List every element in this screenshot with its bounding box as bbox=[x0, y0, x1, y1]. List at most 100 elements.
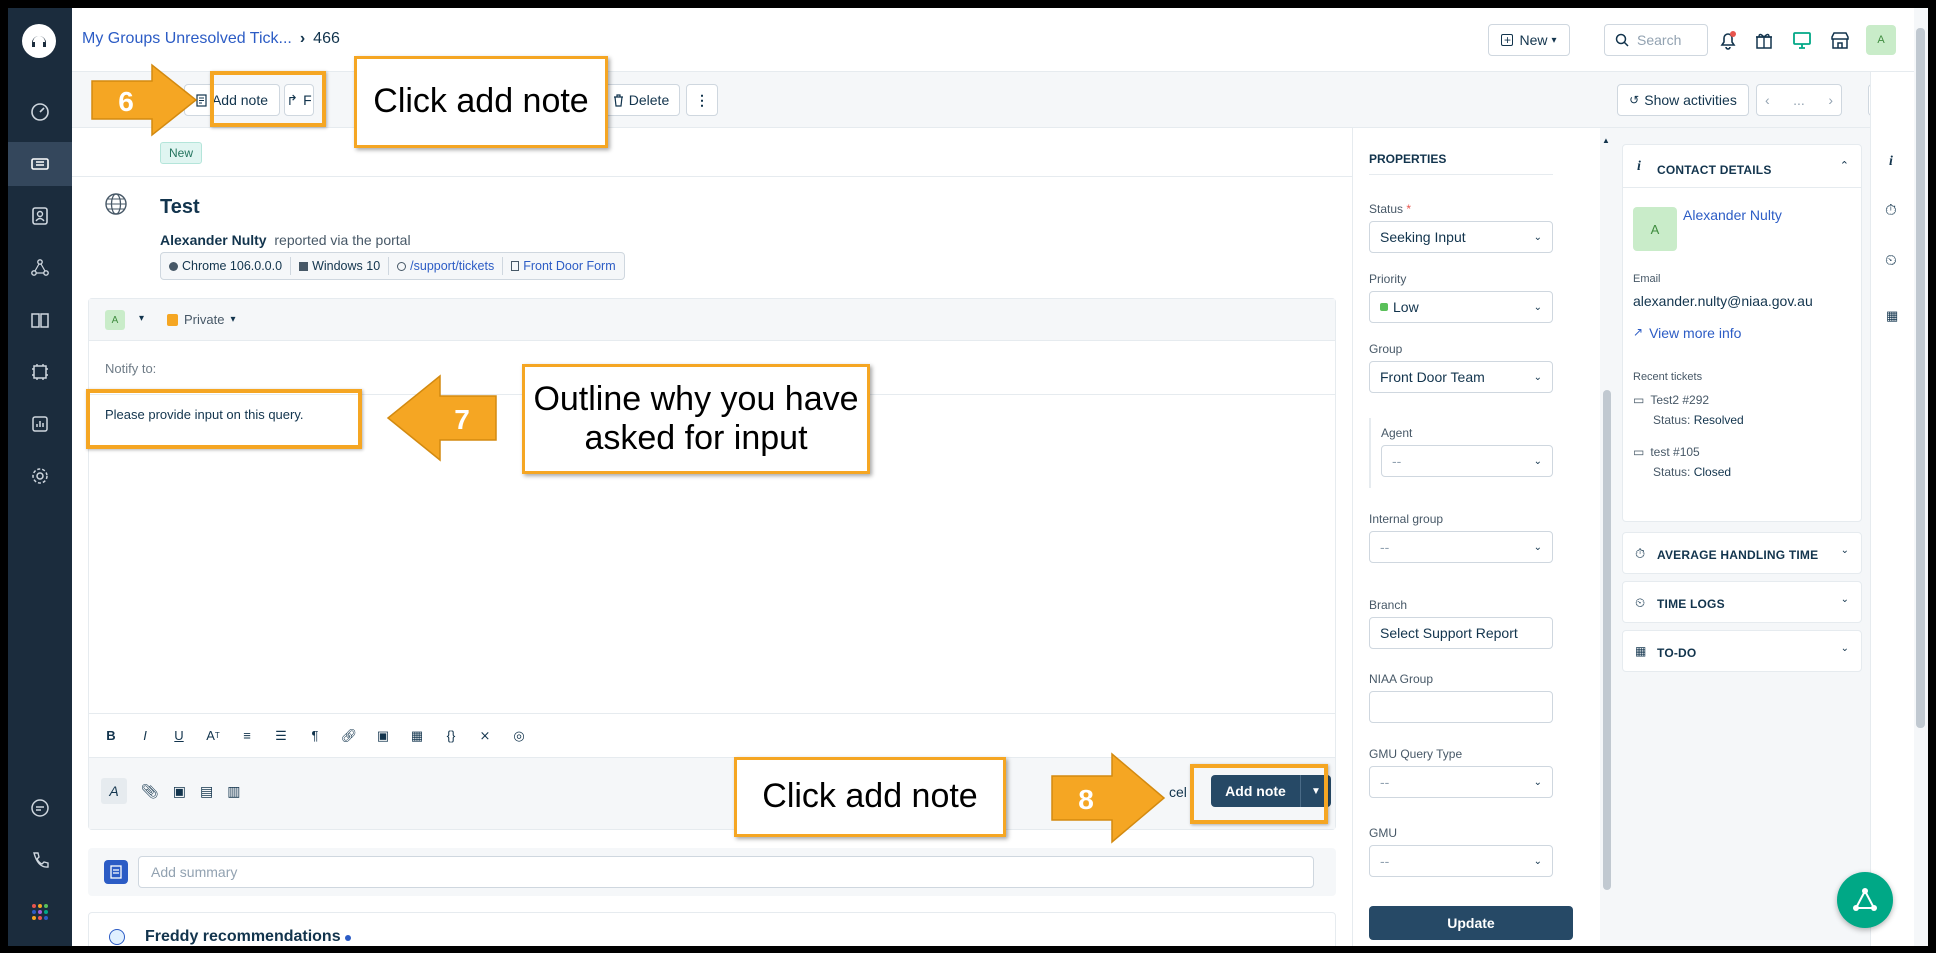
admin-settings-icon[interactable] bbox=[8, 454, 72, 498]
summary-input[interactable]: Add summary bbox=[138, 856, 1314, 888]
solution-article-icon[interactable]: ▤ bbox=[200, 783, 213, 800]
stopwatch-icon[interactable]: ⏱︎ bbox=[1885, 202, 1897, 219]
globe-small-icon bbox=[397, 261, 407, 271]
recent-ticket-item[interactable]: ▭ test #105 Status: Closed bbox=[1633, 445, 1731, 479]
recent-status-value: Closed bbox=[1693, 465, 1732, 479]
page-scrollbar[interactable] bbox=[1914, 8, 1928, 946]
template-icon[interactable]: ▥ bbox=[227, 783, 240, 800]
code-icon[interactable]: {} bbox=[441, 726, 461, 746]
info-icon[interactable]: i bbox=[1889, 154, 1893, 170]
view-more-info-link[interactable]: ↗ View more info bbox=[1633, 325, 1741, 341]
text-format-icon[interactable]: A bbox=[101, 778, 127, 804]
chat-icon[interactable] bbox=[8, 786, 72, 830]
branch-value: Select Support Report bbox=[1380, 625, 1518, 641]
next-ticket-icon[interactable]: › bbox=[1828, 92, 1833, 108]
contacts-icon[interactable] bbox=[8, 194, 72, 238]
groups-icon[interactable] bbox=[8, 246, 72, 290]
visibility-dropdown[interactable]: Private ▾ bbox=[167, 312, 236, 327]
form-icon bbox=[511, 261, 520, 271]
niaa-group-input[interactable] bbox=[1369, 691, 1553, 723]
todo-section[interactable]: ▦ TO-DO ⌄ bbox=[1622, 630, 1862, 672]
author-chevron-icon[interactable]: ▾ bbox=[139, 313, 144, 324]
internal-group-select[interactable]: -- ⌄ bbox=[1369, 531, 1553, 563]
attachment-icon[interactable]: 📎︎ bbox=[141, 783, 159, 800]
url-value: /support/tickets bbox=[410, 259, 495, 273]
canned-response-icon[interactable]: ▣ bbox=[173, 783, 186, 800]
chevron-down-icon: ⌄ bbox=[1533, 301, 1542, 313]
more-actions-button[interactable]: ⋮ bbox=[686, 84, 718, 116]
previous-ticket-icon[interactable]: ‹ bbox=[1765, 92, 1770, 108]
underline-icon[interactable]: U bbox=[169, 726, 189, 746]
update-button[interactable]: Update bbox=[1369, 906, 1573, 940]
collapse-chevron-icon[interactable]: ⌃ bbox=[1840, 159, 1849, 172]
search-input[interactable]: Search bbox=[1604, 24, 1708, 56]
canned-icon[interactable]: ◎ bbox=[509, 726, 529, 746]
bullet-list-icon[interactable]: ☰ bbox=[271, 726, 291, 746]
recent-ticket-title: test #105 bbox=[1650, 445, 1700, 459]
reporter-suffix: reported via the portal bbox=[274, 232, 411, 248]
scrollbar-thumb[interactable] bbox=[1603, 390, 1611, 890]
link-icon[interactable]: 🔗︎ bbox=[339, 726, 359, 746]
paragraph-icon[interactable]: ¶ bbox=[305, 726, 325, 746]
scroll-up-icon[interactable]: ▲ bbox=[1602, 136, 1610, 145]
assets-icon[interactable] bbox=[8, 350, 72, 394]
cancel-button[interactable]: cel bbox=[1169, 784, 1187, 800]
show-activities-button[interactable]: ↺ Show activities bbox=[1617, 84, 1749, 116]
table-icon[interactable]: ▦ bbox=[407, 726, 427, 746]
delete-label: Delete bbox=[628, 92, 670, 108]
agent-status-monitor-icon[interactable] bbox=[1790, 28, 1814, 52]
new-button[interactable]: + New ▾ bbox=[1488, 24, 1570, 56]
freddy-title: Freddy recommendations bbox=[145, 928, 341, 945]
timer-icon[interactable]: ⏲︎ bbox=[1885, 252, 1897, 269]
visibility-label: Private bbox=[184, 312, 225, 327]
notifications-bell-icon[interactable] bbox=[1716, 28, 1740, 52]
freshdesk-logo-icon[interactable] bbox=[22, 24, 56, 58]
author-avatar[interactable]: A bbox=[105, 310, 125, 330]
contact-name-link[interactable]: Alexander Nulty bbox=[1683, 207, 1782, 223]
group-select[interactable]: Front Door Team ⌄ bbox=[1369, 361, 1553, 393]
dashboard-icon[interactable] bbox=[8, 90, 72, 134]
gift-icon[interactable] bbox=[1752, 28, 1776, 52]
reports-icon[interactable] bbox=[8, 402, 72, 446]
knowledge-base-icon[interactable] bbox=[8, 298, 72, 342]
summary-icon bbox=[104, 860, 128, 884]
branch-select[interactable]: Select Support Report bbox=[1369, 617, 1553, 649]
reporter-name[interactable]: Alexander Nulty bbox=[160, 232, 267, 248]
form-meta[interactable]: Front Door Form bbox=[503, 257, 623, 275]
windows-icon bbox=[299, 261, 309, 271]
chevron-down-icon: ⌄ bbox=[1533, 541, 1542, 553]
url-meta[interactable]: /support/tickets bbox=[389, 257, 504, 275]
group-label: Group bbox=[1369, 342, 1403, 356]
chevron-down-icon: ⌄ bbox=[1533, 371, 1542, 383]
freddy-ai-fab[interactable] bbox=[1837, 872, 1893, 928]
gmu-select[interactable]: -- ⌄ bbox=[1369, 845, 1553, 877]
average-handling-time-section[interactable]: ⏱︎ AVERAGE HANDLING TIME ⌄ bbox=[1622, 532, 1862, 574]
delete-button[interactable]: Delete bbox=[602, 84, 680, 116]
recent-ticket-item[interactable]: ▭ Test2 #292 Status: Resolved bbox=[1633, 393, 1744, 427]
properties-scrollbar[interactable]: ▲ bbox=[1600, 128, 1614, 946]
priority-select[interactable]: Low ⌄ bbox=[1369, 291, 1553, 323]
status-select[interactable]: Seeking Input ⌄ bbox=[1369, 221, 1553, 253]
gmu-query-type-select[interactable]: -- ⌄ bbox=[1369, 766, 1553, 798]
page-scrollbar-thumb[interactable] bbox=[1916, 28, 1925, 728]
clear-format-icon[interactable]: ⨯ bbox=[475, 726, 495, 746]
pager-more[interactable]: ... bbox=[1793, 92, 1805, 108]
agent-select[interactable]: -- ⌄ bbox=[1381, 445, 1553, 477]
chevron-down-icon: ▾ bbox=[230, 314, 236, 325]
ordered-list-icon[interactable]: ≡ bbox=[237, 726, 257, 746]
step-6-highlight bbox=[210, 71, 326, 127]
font-size-icon[interactable]: AT bbox=[203, 726, 223, 746]
bold-icon[interactable]: B bbox=[101, 726, 121, 746]
time-logs-section[interactable]: ⏲︎ TIME LOGS ⌄ bbox=[1622, 581, 1862, 623]
recent-tickets-label: Recent tickets bbox=[1633, 371, 1703, 383]
phone-icon[interactable] bbox=[8, 838, 72, 882]
italic-icon[interactable]: I bbox=[135, 726, 155, 746]
breadcrumb-view-link[interactable]: My Groups Unresolved Tick... bbox=[82, 30, 292, 47]
user-avatar[interactable]: A bbox=[1866, 25, 1896, 55]
calendar-icon[interactable]: ▦ bbox=[1886, 308, 1898, 324]
tickets-icon[interactable] bbox=[8, 142, 72, 186]
marketplace-store-icon[interactable] bbox=[1828, 28, 1852, 52]
timer-icon: ⏲︎ bbox=[1635, 595, 1646, 610]
image-icon[interactable]: ▣ bbox=[373, 726, 393, 746]
apps-grid-icon[interactable] bbox=[8, 890, 72, 934]
